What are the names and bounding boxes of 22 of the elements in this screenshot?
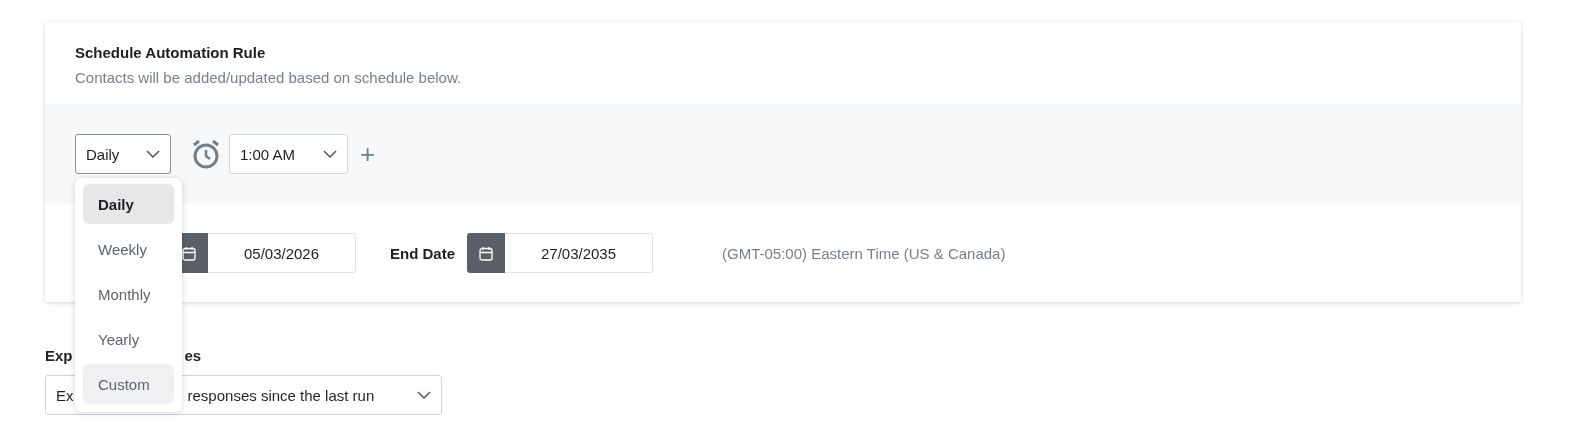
menu-item[interactable]: Yearly — [83, 319, 174, 359]
menu-item[interactable]: Weekly — [83, 229, 174, 269]
end-date-label: End Date — [390, 244, 455, 262]
end-date-field[interactable]: 27/03/2035 — [505, 233, 653, 273]
card-title: Schedule Automation Rule — [75, 44, 267, 61]
menu-item[interactable]: Custom — [83, 364, 174, 404]
frequency-select[interactable]: Daily — [75, 134, 171, 174]
calendar-icon — [479, 245, 493, 261]
menu-item[interactable]: Monthly — [83, 274, 174, 314]
end-date-calendar-button[interactable] — [467, 233, 505, 273]
time-select[interactable]: 1:00 AM — [229, 134, 348, 174]
chevron-icon — [146, 150, 160, 158]
start-date-field[interactable]: 05/03/2026 — [208, 233, 356, 273]
timezone-text: (GMT-05:00) Eastern Time (US & Canada) — [722, 244, 1006, 262]
chevron-icon — [417, 391, 431, 399]
export-label: Exp — [45, 347, 73, 365]
add-time-button[interactable]: + — [360, 141, 376, 167]
card-subtitle: Contacts will be added/updated based on schedule below. — [75, 69, 463, 86]
chevron-icon — [323, 150, 337, 158]
alarm-clock-icon — [191, 139, 221, 169]
menu-item[interactable]: Daily — [83, 184, 174, 224]
export-label: es — [184, 347, 202, 365]
